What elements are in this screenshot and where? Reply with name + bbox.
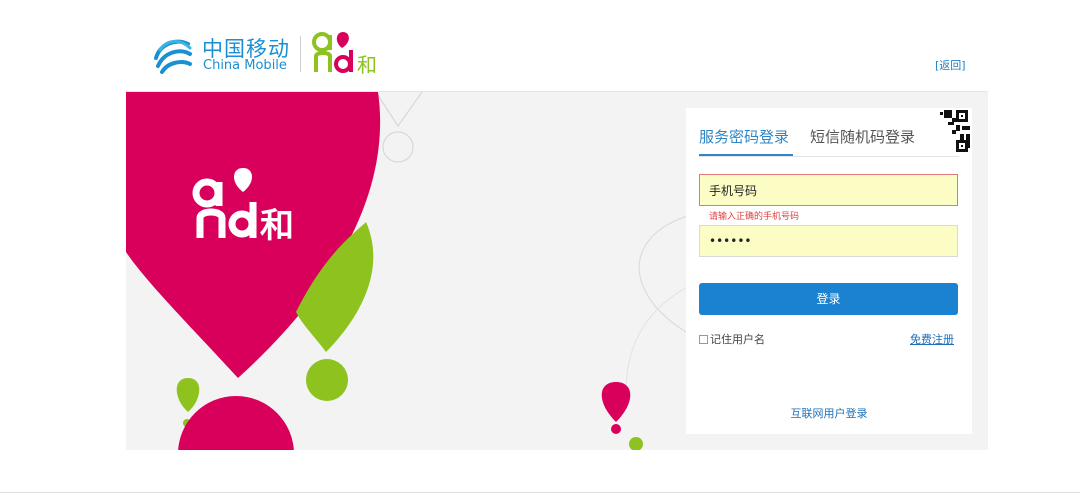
green-circle-shape bbox=[306, 359, 348, 401]
phone-error-message: 请输入正确的手机号码 bbox=[709, 212, 800, 222]
register-link[interactable]: 免费注册 bbox=[910, 331, 954, 347]
login-button[interactable]: 登录 bbox=[699, 283, 958, 315]
password-input[interactable] bbox=[699, 225, 958, 257]
tab-sms-code[interactable]: 短信随机码登录 bbox=[810, 126, 915, 147]
page-header: 中国移动 China Mobile 和 [返回] bbox=[0, 0, 1080, 92]
china-mobile-logo-icon bbox=[154, 39, 192, 74]
remember-label: 记住用户名 bbox=[710, 333, 765, 346]
tab-service-password[interactable]: 服务密码登录 bbox=[699, 126, 789, 147]
and-he-logo-icon: 和 bbox=[312, 32, 377, 76]
small-green-drop bbox=[176, 378, 200, 412]
phone-number-input[interactable] bbox=[699, 174, 958, 206]
login-tabs: 服务密码登录 短信随机码登录 bbox=[686, 108, 926, 156]
tabs-divider bbox=[699, 156, 959, 157]
china-mobile-brand-en: China Mobile bbox=[203, 58, 287, 73]
pink-circle-shape bbox=[178, 396, 294, 450]
footer-divider bbox=[0, 492, 1080, 493]
and-he-logo-text: 和 bbox=[357, 53, 377, 76]
and-he-banner-text: 和 bbox=[260, 206, 294, 246]
qr-code-icon[interactable] bbox=[926, 108, 972, 154]
remember-checkbox[interactable] bbox=[699, 334, 708, 344]
remember-username[interactable]: 记住用户名 bbox=[699, 331, 765, 347]
small-pink-drop bbox=[601, 382, 631, 422]
logo-divider bbox=[300, 36, 301, 72]
back-link[interactable]: [返回] bbox=[935, 57, 966, 73]
internet-user-login-link[interactable]: 互联网用户登录 bbox=[686, 405, 972, 421]
login-panel: 服务密码登录 短信随机码登录 请输入正确的手机号码 登录 记住用户名 bbox=[686, 108, 972, 434]
